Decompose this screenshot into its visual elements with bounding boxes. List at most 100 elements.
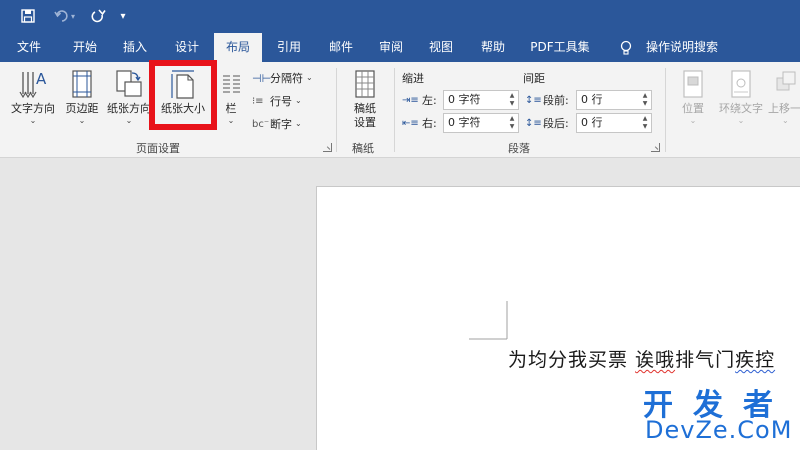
manuscript-label-line1: 稿纸 <box>354 102 376 115</box>
columns-label: 栏 <box>225 102 237 115</box>
chevron-down-icon: ⌄ <box>295 96 302 105</box>
chevron-down-icon: ⌄ <box>227 116 235 125</box>
columns-icon <box>223 75 240 93</box>
line-numbers-label: 行号 <box>270 95 292 108</box>
tab-view[interactable]: 视图 <box>420 33 462 62</box>
document-text-plain: 为均分我买票 <box>508 349 636 371</box>
highlight-box <box>149 60 217 130</box>
tab-review[interactable]: 审阅 <box>370 33 412 62</box>
tab-design[interactable]: 设计 <box>166 33 208 62</box>
indent-left-label-wrap: ⇥≡ 左: <box>402 90 437 110</box>
watermark-english: DevZe.CoM <box>645 416 793 444</box>
ribbon-layout: A 文字方向 ⌄ 页边距 ⌄ 纸张方向 ⌄ 纸张大小 栏 ⌄ ⊣⊢ 分隔符 ⌄ … <box>0 62 800 158</box>
spin-arrows-icon[interactable]: ▲ ▼ <box>508 115 516 131</box>
spin-arrows-icon[interactable]: ▲ ▼ <box>641 92 649 108</box>
spin-arrows-icon[interactable]: ▲ ▼ <box>508 92 516 108</box>
save-icon[interactable] <box>16 5 40 27</box>
indent-right-icon: ⇤≡ <box>402 117 419 129</box>
margins-label: 页边距 <box>65 102 99 115</box>
bring-forward-button[interactable]: 上移一 ⌄ <box>768 68 800 126</box>
document-text-rest: 排气门 <box>675 349 736 371</box>
chevron-down-icon: ⌄ <box>125 116 133 125</box>
spacing-after-input[interactable]: 0 行 ▲ ▼ <box>576 113 652 133</box>
spacing-after-label: 段后: <box>543 117 569 130</box>
manuscript-label-line2: 设置 <box>354 116 376 129</box>
wrap-text-icon <box>731 70 751 98</box>
tab-pdf-tools[interactable]: PDF工具集 <box>524 33 596 62</box>
manuscript-group-label: 稿纸 <box>352 142 374 155</box>
hyphenation-button[interactable]: bc⁻ 断字 ⌄ <box>252 114 302 134</box>
spacing-after-icon: ↕≡ <box>525 117 542 129</box>
tab-layout[interactable]: 布局 <box>214 33 262 62</box>
document-text-line[interactable]: 为均分我买票 诶哦排气门疾控 <box>508 345 775 372</box>
orientation-button[interactable]: 纸张方向 ⌄ <box>104 68 154 126</box>
spacing-after-value: 0 行 <box>581 116 603 129</box>
hyphenation-icon: bc⁻ <box>252 118 270 130</box>
text-direction-label: 文字方向 <box>11 102 55 115</box>
indent-left-label: 左: <box>422 94 437 107</box>
text-direction-icon: A <box>19 70 47 99</box>
hyphenation-label: 断字 <box>270 118 292 131</box>
line-numbers-button[interactable]: ⁝≡ 行号 ⌄ <box>252 91 302 111</box>
tab-insert[interactable]: 插入 <box>114 33 156 62</box>
chevron-down-icon: ⌄ <box>29 116 37 125</box>
spacing-before-label-wrap: ↕≡ 段前: <box>525 90 569 110</box>
spacing-after-label-wrap: ↕≡ 段后: <box>525 113 569 133</box>
line-numbers-icon: ⁝≡ <box>252 95 264 107</box>
orientation-icon <box>116 70 142 97</box>
position-icon <box>683 70 703 98</box>
group-separator <box>336 68 337 152</box>
position-button[interactable]: 位置 ⌄ <box>674 68 712 126</box>
tab-references[interactable]: 引用 <box>268 33 310 62</box>
margins-icon <box>72 70 92 98</box>
indent-right-input[interactable]: 0 字符 ▲ ▼ <box>443 113 519 133</box>
orientation-label: 纸张方向 <box>107 102 151 115</box>
chevron-down-icon: ⌄ <box>782 116 789 125</box>
document-text-grammar: 疾控 <box>735 349 776 371</box>
wrap-text-label: 环绕文字 <box>719 102 763 115</box>
breaks-label: 分隔符 <box>270 72 303 85</box>
page-setup-dialog-launcher[interactable] <box>323 143 332 152</box>
lightbulb-icon[interactable] <box>614 33 638 62</box>
breaks-icon: ⊣⊢ <box>252 71 272 85</box>
bring-forward-icon <box>776 71 796 91</box>
ribbon-tabs: 文件 开始 插入 设计 布局 引用 邮件 审阅 视图 帮助 PDF工具集 操作说… <box>0 33 800 62</box>
spacing-before-label: 段前: <box>543 94 569 107</box>
indent-left-value: 0 字符 <box>448 93 481 106</box>
svg-text:A: A <box>36 70 47 88</box>
chevron-down-icon: ⌄ <box>295 119 302 128</box>
margin-corner-mark <box>469 301 508 340</box>
indent-left-icon: ⇥≡ <box>402 94 419 106</box>
chevron-down-icon: ⌄ <box>737 116 745 125</box>
tab-file[interactable]: 文件 <box>8 33 50 62</box>
chevron-down-icon: ⌄ <box>689 116 697 125</box>
position-label: 位置 <box>682 102 704 115</box>
document-text-misspelled: 诶哦 <box>635 349 676 371</box>
paragraph-dialog-launcher[interactable] <box>651 143 660 152</box>
paragraph-group-label: 段落 <box>508 142 530 155</box>
manuscript-settings-button[interactable]: 稿纸 设置 <box>344 68 386 130</box>
breaks-button[interactable]: ⊣⊢ 分隔符 ⌄ <box>252 68 313 88</box>
wrap-text-button[interactable]: 环绕文字 ⌄ <box>714 68 768 126</box>
columns-button[interactable]: 栏 ⌄ <box>216 68 246 126</box>
tab-home[interactable]: 开始 <box>62 33 108 62</box>
customize-quick-access-icon[interactable]: ▾ <box>116 5 130 27</box>
indent-left-input[interactable]: 0 字符 ▲ ▼ <box>443 90 519 110</box>
manuscript-icon <box>355 70 375 98</box>
redo-icon[interactable] <box>86 5 110 27</box>
spacing-before-icon: ↕≡ <box>525 94 542 106</box>
group-separator <box>665 68 666 152</box>
spacing-before-value: 0 行 <box>581 93 603 106</box>
spin-arrows-icon[interactable]: ▲ ▼ <box>641 115 649 131</box>
spacing-heading: 间距 <box>523 72 545 85</box>
margins-button[interactable]: 页边距 ⌄ <box>60 68 104 126</box>
tell-me-search[interactable]: 操作说明搜索 <box>642 33 722 62</box>
group-separator <box>394 68 395 152</box>
tab-mailings[interactable]: 邮件 <box>320 33 362 62</box>
tab-help[interactable]: 帮助 <box>472 33 514 62</box>
chevron-down-icon: ⌄ <box>306 73 313 82</box>
spacing-before-input[interactable]: 0 行 ▲ ▼ <box>576 90 652 110</box>
text-direction-button[interactable]: A 文字方向 ⌄ <box>6 68 60 126</box>
undo-dropdown-icon[interactable]: ▾ <box>68 5 78 27</box>
indent-right-label-wrap: ⇤≡ 右: <box>402 113 437 133</box>
